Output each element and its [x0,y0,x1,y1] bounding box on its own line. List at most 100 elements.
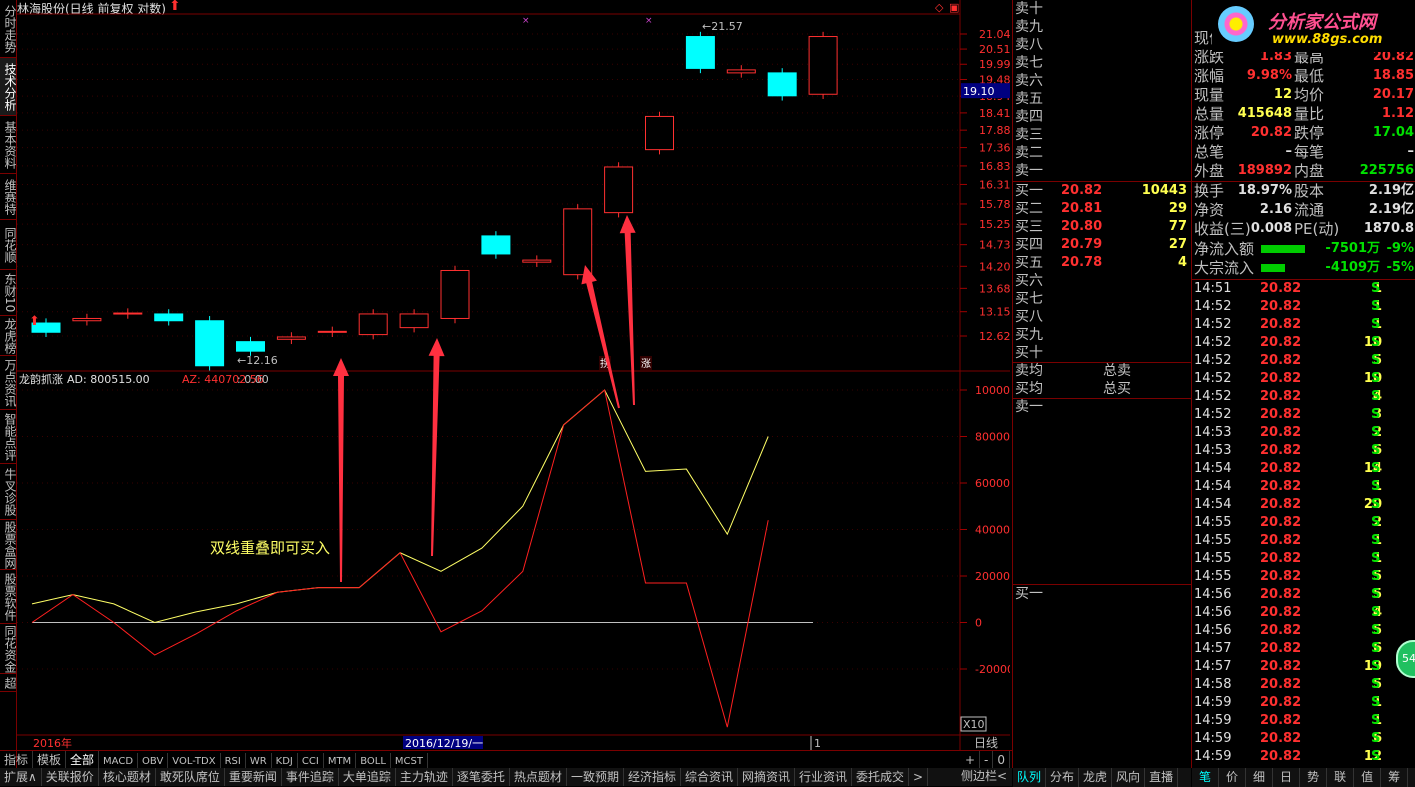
quote-field-value: – [1407,144,1415,159]
left-tab-7[interactable]: 万点资讯 [0,356,16,410]
chart-area[interactable]: 林海股份(日线 前复权 对数) ⬆ ◇ ▣ 21.04 20.51 19.99 19.… [17,0,1010,750]
sell-level-label: 卖七 [1015,55,1043,71]
tick-side: S [1371,713,1381,728]
avg-sell-label: 卖均 [1015,363,1043,379]
info-tab[interactable]: 重要新闻 [225,768,282,786]
info-tab[interactable]: 大单追踪 [339,768,396,786]
price-tick-label: 13.68 [979,282,1010,295]
quote-field-value: 2.19亿 [1368,183,1414,198]
quote-tab[interactable]: 价 [1219,768,1247,787]
sidebar-toggle[interactable]: 侧边栏< [961,767,1007,785]
info-tab[interactable]: 网摘资讯 [738,768,795,786]
buy-level-label: 买二 [1015,201,1043,217]
buy1-queue-label: 买一 [1015,586,1043,602]
indicator-tab[interactable]: CCI [298,753,324,769]
left-tab-9[interactable]: 牛叉诊股 [0,464,16,520]
info-tab[interactable]: 一致预期 [567,768,624,786]
candle [154,313,184,322]
marker-icon: × [645,16,653,26]
info-tab[interactable]: 关联报价 [42,768,99,786]
left-tab-0[interactable]: 分时走势 [0,0,16,58]
ad-series-line [31,389,769,624]
quote-field-value: 12 [1273,87,1292,102]
tick-side: S [1371,479,1381,494]
tick-price: 20.82 [1260,515,1302,530]
book-tab[interactable]: 直播 [1145,768,1179,787]
candle [113,312,143,315]
indicator-tab[interactable]: MCST [391,753,428,769]
tick-time: 14:56 [1194,623,1232,638]
info-tab[interactable]: 逐笔委托 [453,768,510,786]
quote-tab[interactable]: 细 [1246,768,1274,787]
quote-field-label: 总量 [1194,105,1225,123]
book-tabs: 队列 分布 龙虎 风向 直播 [1013,768,1191,787]
info-tab[interactable]: 主力轨迹 [396,768,453,786]
book-tab[interactable]: 队列 [1013,768,1047,787]
left-tab-4[interactable]: 同花顺 [0,220,16,270]
tick-side: S [1371,641,1381,656]
left-tab-3[interactable]: 维赛特 [0,174,16,220]
info-tab[interactable]: > [909,768,929,786]
indicator-tab[interactable]: VOL-TDX [168,753,221,769]
tick-price: 20.82 [1260,605,1302,620]
left-tab-13[interactable]: 超 [0,674,16,692]
left-tab-2[interactable]: 基本资料 [0,116,16,174]
indicator-tab[interactable]: 全部 [66,751,100,769]
info-tab[interactable]: 热点题材 [510,768,567,786]
candle [399,313,429,329]
kline-chart[interactable]: 21.0420.5119.9919.4818.9418.4117.8817.36… [17,0,1010,750]
left-tab-1[interactable]: 技术分析 [0,58,16,116]
quote-field-value: 415648 [1237,106,1292,121]
price-tick-label: 15.25 [979,218,1010,231]
indicator-tab[interactable]: RSI [221,753,246,769]
quote-tab[interactable]: 笔 [1192,768,1220,787]
info-tab[interactable]: 敢死队席位 [156,768,225,786]
price-tick-label: 19.99 [979,58,1010,71]
price-tick-label: 14.20 [979,260,1010,273]
info-tab[interactable]: 行业资讯 [795,768,853,786]
left-tab-8[interactable]: 智能点评 [0,410,16,464]
quote-field-label: 外盘 [1194,162,1225,180]
indicator-tab[interactable]: BOLL [356,753,391,769]
quote-tabs: 笔价细日势联值筹 [1192,768,1415,787]
quote-tab[interactable]: 日 [1273,768,1301,787]
buy-level-price: 20.79 [1061,237,1103,252]
indicator-tab[interactable]: MACD [99,753,139,769]
indicator-tab[interactable]: 指标 [0,751,34,769]
book-tab[interactable]: 龙虎 [1079,768,1113,787]
quote-tab[interactable]: 筹 [1381,768,1409,787]
tick-side: S [1371,749,1381,764]
left-tab-12[interactable]: 同花资金 [0,624,16,674]
date-left-label: 2016年 [33,736,72,750]
indicator-tab[interactable]: 模板 [33,751,67,769]
indicator-tab[interactable]: WR [246,753,272,769]
info-tab[interactable]: 事件追踪 [282,768,339,786]
book-tab[interactable]: 分布 [1046,768,1080,787]
quote-tab[interactable]: 势 [1300,768,1328,787]
tick-price: 20.82 [1260,497,1302,512]
tick-time: 14:57 [1194,641,1232,656]
indicator-tab[interactable]: MTM [324,753,357,769]
indicator-tab[interactable]: OBV [138,753,169,769]
info-tab[interactable]: 核心题材 [99,768,156,786]
quote-field-value: – [1285,144,1293,159]
flow-label: 净流入额 [1194,240,1255,258]
indicator-tab[interactable]: KDJ [272,753,298,769]
book-tab[interactable]: 风向 [1112,768,1146,787]
candle [645,115,674,151]
quote-tab[interactable]: 值 [1354,768,1382,787]
tick-time: 14:53 [1194,425,1232,440]
left-tab-5[interactable]: 东财10 [0,270,16,316]
left-tab-6[interactable]: 龙虎榜 [0,316,16,356]
info-tab[interactable]: 经济指标 [624,768,681,786]
floating-badge[interactable]: 54 [1396,640,1415,678]
left-tab-11[interactable]: 股票软件 [0,570,16,624]
left-tab-10[interactable]: 股票盒网 [0,520,16,570]
info-tab[interactable]: 扩展∧ [0,768,42,786]
tick-side: S [1371,371,1381,386]
quote-tab[interactable]: 联 [1327,768,1355,787]
date-right-label: 1 [814,737,821,750]
candle [440,269,470,319]
info-tab[interactable]: 委托成交 [852,768,910,786]
info-tab[interactable]: 综合资讯 [681,768,738,786]
